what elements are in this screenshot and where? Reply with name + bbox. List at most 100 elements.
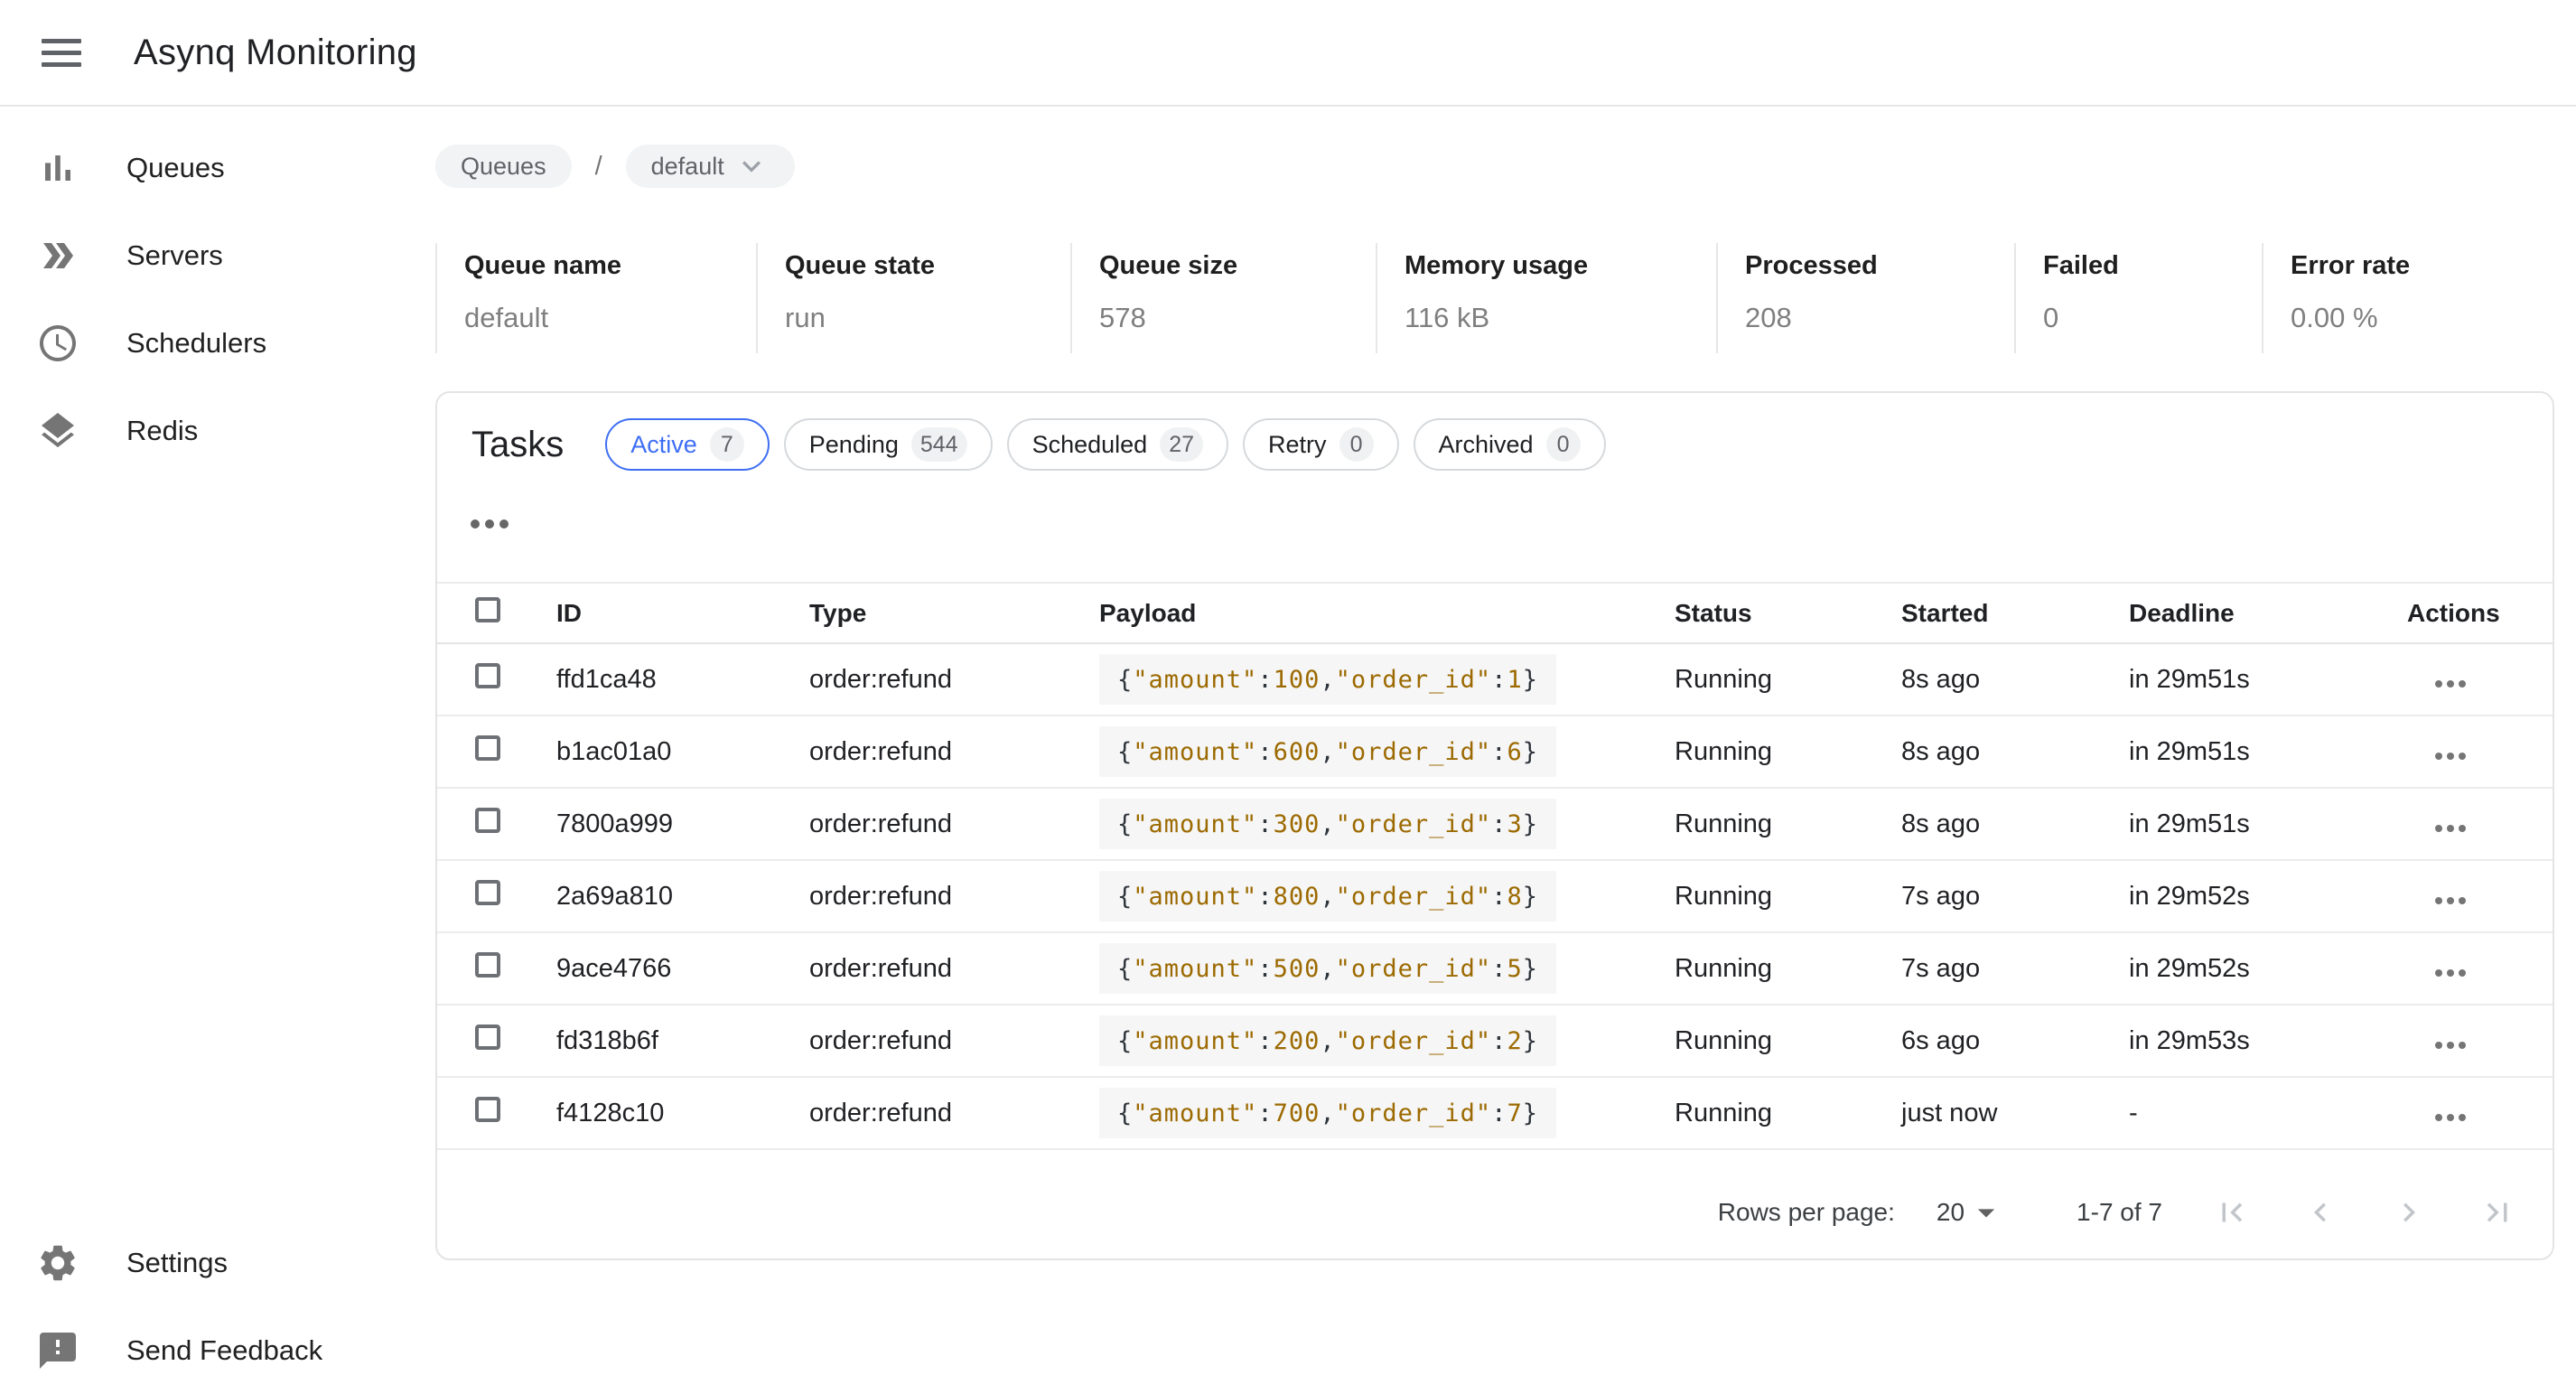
queue-stat: Failed 0 [2014,243,2262,353]
queue-stat: Queue size 578 [1070,243,1376,353]
task-status: Running [1675,1005,1901,1077]
row-checkbox[interactable] [475,880,500,905]
double-chevron-icon [36,234,79,277]
task-started: 7s ago [1901,860,2129,932]
task-deadline: in 29m52s [2129,932,2407,1005]
select-all-checkbox[interactable] [475,597,500,622]
column-header-status: Status [1675,583,1901,643]
task-payload-json: {"amount":600,"order_id":6} [1099,726,1556,777]
sidebar-item-settings[interactable]: Settings [0,1219,435,1306]
task-type: order:refund [809,860,1099,932]
column-header-started: Started [1901,583,2129,643]
column-header-actions: Actions [2407,583,2554,643]
queue-stat: Queue name default [435,243,756,353]
tab-count-badge: 0 [1339,427,1374,462]
next-page-button[interactable] [2390,1193,2428,1231]
sidebar-item-label: Schedulers [126,327,266,360]
sidebar-item-servers[interactable]: Servers [0,211,435,299]
previous-page-button[interactable] [2301,1193,2339,1231]
stat-value: default [464,302,756,334]
stat-label: Processed [1745,250,2014,281]
task-id: 7800a999 [556,788,809,860]
first-page-button[interactable] [2213,1193,2251,1231]
table-row: 2a69a810 order:refund {"amount":800,"ord… [437,860,2554,932]
stat-value: 578 [1099,302,1376,334]
tab-archived[interactable]: Archived 0 [1414,418,1606,471]
stat-value: 208 [1745,302,2014,334]
task-id: 2a69a810 [556,860,809,932]
tab-count-badge: 7 [710,427,744,462]
tab-count-badge: 544 [911,427,967,462]
breadcrumb-queues-label: Queues [461,153,546,181]
row-checkbox[interactable] [475,808,500,833]
queue-stat: Processed 208 [1716,243,2014,353]
chevron-left-icon [2301,1193,2339,1231]
row-checkbox[interactable] [475,952,500,978]
breadcrumb-queue-select[interactable]: default [626,145,795,188]
task-type: order:refund [809,1005,1099,1077]
queue-stat: Queue state run [756,243,1070,353]
pagination-range-label: 1-7 of 7 [2077,1198,2162,1227]
task-type: order:refund [809,788,1099,860]
row-actions-button[interactable] [2432,825,2468,832]
last-page-icon [2478,1193,2516,1231]
task-id: 9ace4766 [556,932,809,1005]
task-deadline: in 29m52s [2129,860,2407,932]
table-row: ffd1ca48 order:refund {"amount":100,"ord… [437,643,2554,716]
column-header-deadline: Deadline [2129,583,2407,643]
sidebar-item-schedulers[interactable]: Schedulers [0,299,435,387]
queue-stat: Memory usage 116 kB [1376,243,1716,353]
row-checkbox[interactable] [475,735,500,761]
menu-icon[interactable] [36,27,87,78]
column-header-payload: Payload [1099,583,1675,643]
tab-retry[interactable]: Retry 0 [1243,418,1399,471]
table-overflow-menu-button[interactable] [468,519,511,529]
tab-active[interactable]: Active 7 [605,418,770,471]
sidebar-item-label: Queues [126,152,225,184]
main-content: Queues / default Queue name default Queu… [435,107,2554,1260]
tab-scheduled[interactable]: Scheduled 27 [1007,418,1228,471]
breadcrumb: Queues / default [435,145,2554,188]
table-row: fd318b6f order:refund {"amount":200,"ord… [437,1005,2554,1077]
row-checkbox[interactable] [475,663,500,688]
task-deadline: in 29m53s [2129,1005,2407,1077]
layers-icon [36,409,79,453]
tab-label: Scheduled [1032,431,1148,459]
task-deadline: in 29m51s [2129,716,2407,788]
row-actions-button[interactable] [2432,1114,2468,1121]
rows-per-page-select[interactable]: 20 [1937,1193,2006,1232]
sidebar-item-label: Send Feedback [126,1334,322,1367]
stat-label: Memory usage [1405,250,1716,281]
row-checkbox[interactable] [475,1024,500,1050]
row-actions-button[interactable] [2432,1042,2468,1049]
task-type: order:refund [809,643,1099,716]
task-status: Running [1675,788,1901,860]
row-actions-button[interactable] [2432,969,2468,977]
queue-stat: Error rate 0.00 % [2262,243,2554,353]
breadcrumb-queues-chip[interactable]: Queues [435,145,572,188]
row-actions-button[interactable] [2432,897,2468,904]
stat-label: Failed [2043,250,2262,281]
tab-pending[interactable]: Pending 544 [784,418,993,471]
column-header-type: Type [809,583,1099,643]
sidebar-item-label: Servers [126,239,223,272]
row-actions-button[interactable] [2432,680,2468,688]
task-started: 8s ago [1901,643,2129,716]
task-status: Running [1675,643,1901,716]
task-deadline: in 29m51s [2129,788,2407,860]
app-title: Asynq Monitoring [134,33,417,73]
row-actions-button[interactable] [2432,753,2468,760]
table-row: 7800a999 order:refund {"amount":300,"ord… [437,788,2554,860]
row-checkbox[interactable] [475,1097,500,1122]
sidebar-item-redis[interactable]: Redis [0,387,435,474]
sidebar-item-queues[interactable]: Queues [0,124,435,211]
tab-label: Retry [1268,431,1327,459]
tab-count-badge: 0 [1546,427,1581,462]
task-payload-json: {"amount":100,"order_id":1} [1099,654,1556,705]
sidebar: Queues Servers Schedulers Redis Settin [0,107,435,1389]
task-type: order:refund [809,1077,1099,1149]
last-page-button[interactable] [2478,1193,2516,1231]
sidebar-item-send-feedback[interactable]: Send Feedback [0,1306,435,1394]
dropdown-arrow-icon [1966,1193,2006,1232]
table-row: 9ace4766 order:refund {"amount":500,"ord… [437,932,2554,1005]
